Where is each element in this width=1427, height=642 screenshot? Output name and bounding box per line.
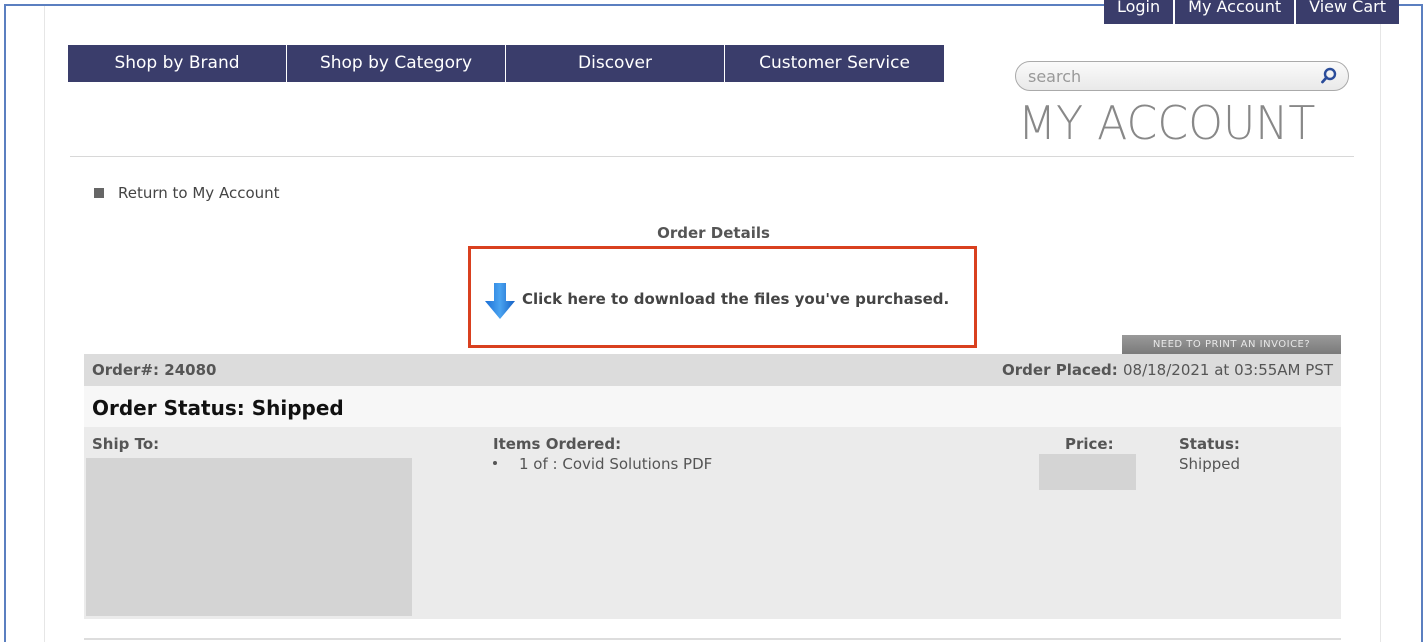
ship-to-label: Ship To: [92,435,160,453]
header-divider [70,156,1354,157]
page-title: MY ACCOUNT [1018,96,1316,150]
main-nav: Shop by Brand Shop by Category Discover … [68,45,944,82]
price-redacted [1039,454,1136,490]
search-icon[interactable] [1320,67,1338,85]
order-placed-value: 08/18/2021 at 03:55AM PST [1123,361,1333,379]
search-input[interactable] [1028,66,1308,87]
bottom-divider [84,638,1341,640]
return-link-label: Return to My Account [118,184,280,202]
login-link[interactable]: Login [1103,0,1174,24]
search-box [1015,61,1349,91]
nav-shop-by-brand[interactable]: Shop by Brand [68,45,287,82]
price-label: Price: [1065,435,1114,453]
order-placed: Order Placed: 08/18/2021 at 03:55AM PST [1002,361,1333,379]
order-number: Order#: 24080 [92,361,216,379]
order-header-bar: Order#: 24080 Order Placed: 08/18/2021 a… [84,354,1341,386]
return-link[interactable]: Return to My Account [94,184,280,202]
order-placed-label: Order Placed: [1002,361,1118,379]
my-account-link[interactable]: My Account [1173,0,1295,24]
nav-discover[interactable]: Discover [506,45,725,82]
status-value: Shipped [1179,455,1240,473]
download-arrow-icon[interactable] [485,283,515,319]
order-status-title: Order Status: Shipped [92,396,344,420]
square-bullet-icon [94,188,104,198]
order-number-value: 24080 [164,361,217,379]
download-files-link[interactable]: Click here to download the files you've … [522,290,949,308]
ship-to-redacted [86,458,412,616]
nav-customer-service[interactable]: Customer Service [725,45,944,82]
list-item: 1 of : Covid Solutions PDF [493,455,712,473]
top-links: Login My Account View Cart [1103,0,1399,24]
order-details-panel: Ship To: Items Ordered: 1 of : Covid Sol… [84,427,1341,619]
order-number-label: Order#: [92,361,160,379]
item-text: 1 of : Covid Solutions PDF [519,455,713,473]
order-status-row: Order Status: Shipped [84,386,1341,427]
items-ordered-label: Items Ordered: [493,435,622,453]
order-details-title: Order Details [657,224,770,242]
view-cart-link[interactable]: View Cart [1294,0,1399,24]
download-highlight-box: Click here to download the files you've … [468,246,977,348]
print-invoice-button[interactable]: NEED TO PRINT AN INVOICE? [1122,335,1341,354]
bullet-dot-icon [493,460,497,465]
nav-shop-by-category[interactable]: Shop by Category [287,45,506,82]
status-label: Status: [1179,435,1240,453]
